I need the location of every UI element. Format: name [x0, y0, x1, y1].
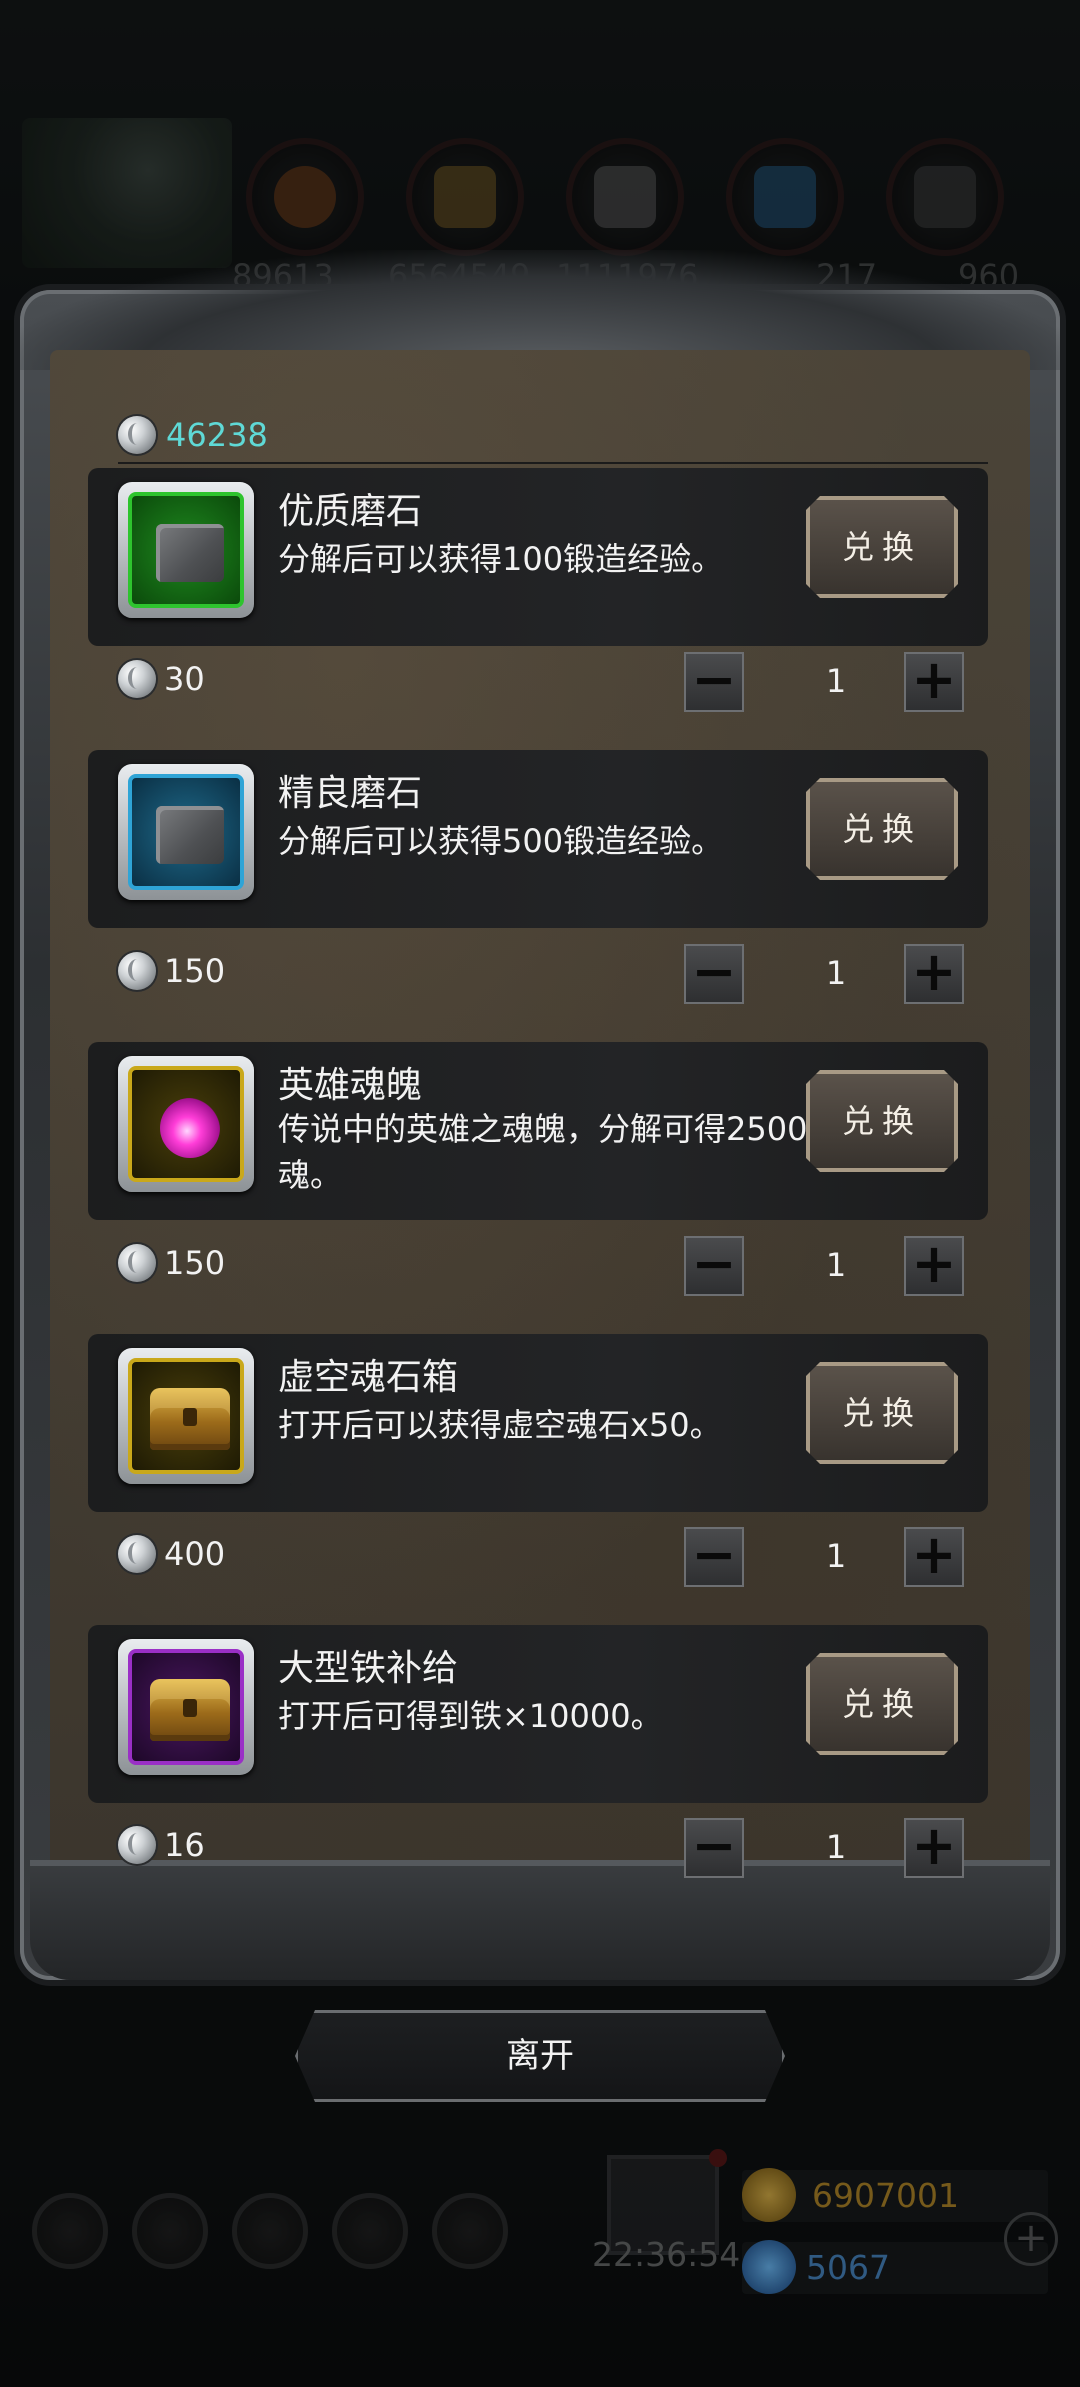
- whetstone-icon: [156, 806, 224, 864]
- increase-button[interactable]: +: [904, 944, 964, 1004]
- leave-button[interactable]: 离开: [295, 2010, 785, 2102]
- silver-coin-icon: [118, 416, 156, 454]
- divider: [118, 462, 988, 464]
- item-icon-frame: [118, 764, 254, 900]
- price-value: 400: [164, 1535, 226, 1573]
- decrease-button[interactable]: −: [684, 1818, 744, 1878]
- quantity-value: 1: [825, 954, 847, 992]
- item-icon-frame: [118, 1056, 254, 1192]
- price-value: 150: [164, 1244, 226, 1282]
- quantity-value: 1: [825, 1828, 847, 1866]
- item-price: 30: [118, 660, 205, 698]
- shop-item: 大型铁补给 打开后可得到铁×10000。 兑换: [88, 1625, 988, 1803]
- item-price: 150: [118, 1244, 225, 1282]
- increase-button[interactable]: +: [904, 1236, 964, 1296]
- item-price: 150: [118, 952, 225, 990]
- increase-button[interactable]: +: [904, 1818, 964, 1878]
- quantity-row: 150 − 1 +: [118, 944, 988, 1004]
- silver-coin-icon: [118, 1826, 156, 1864]
- item-name: 精良磨石: [278, 773, 423, 814]
- item-price: 16: [118, 1826, 205, 1864]
- item-icon-frame: [118, 1348, 254, 1484]
- item-name: 虚空魂石箱: [278, 1357, 459, 1398]
- item-name: 英雄魂魄: [278, 1065, 423, 1106]
- whetstone-icon: [156, 524, 224, 582]
- shop-item: 优质磨石 分解后可以获得100锻造经验。 兑换: [88, 468, 988, 646]
- increase-button[interactable]: +: [904, 652, 964, 712]
- decrease-button[interactable]: −: [684, 944, 744, 1004]
- soul-orb-icon: [160, 1098, 220, 1158]
- dialog-bottom-ornament: [30, 1860, 1050, 1980]
- exchange-button[interactable]: 兑换: [806, 1653, 958, 1755]
- balance-amount: 46238: [166, 416, 268, 454]
- quantity-value: 1: [825, 1246, 847, 1284]
- item-icon-frame: [118, 1639, 254, 1775]
- item-icon-frame: [118, 482, 254, 618]
- shop-item: 精良磨石 分解后可以获得500锻造经验。 兑换: [88, 750, 988, 928]
- decrease-button[interactable]: −: [684, 1527, 744, 1587]
- quantity-row: 400 − 1 +: [118, 1527, 988, 1587]
- treasure-chest-icon: [150, 1679, 230, 1741]
- treasure-chest-icon: [150, 1388, 230, 1450]
- item-description: 打开后可以获得虚空魂石x50。: [278, 1406, 722, 1444]
- exchange-button[interactable]: 兑换: [806, 496, 958, 598]
- increase-button[interactable]: +: [904, 1527, 964, 1587]
- price-value: 30: [164, 660, 205, 698]
- quantity-row: 30 − 1 +: [118, 652, 988, 712]
- quantity-row: 150 − 1 +: [118, 1236, 988, 1296]
- decrease-button[interactable]: −: [684, 652, 744, 712]
- exchange-button[interactable]: 兑换: [806, 1070, 958, 1172]
- item-name: 大型铁补给: [278, 1648, 459, 1689]
- silver-coin-icon: [118, 1244, 156, 1282]
- price-value: 16: [164, 1826, 205, 1864]
- item-description: 传说中的英雄之魂魄，分解可得25000魂。: [278, 1110, 828, 1194]
- price-value: 150: [164, 952, 226, 990]
- shop-item: 虚空魂石箱 打开后可以获得虚空魂石x50。 兑换: [88, 1334, 988, 1512]
- quantity-value: 1: [825, 662, 847, 700]
- shop-item: 英雄魂魄 传说中的英雄之魂魄，分解可得25000魂。 兑换: [88, 1042, 988, 1220]
- quantity-row: 16 − 1 +: [118, 1818, 988, 1878]
- item-description: 打开后可得到铁×10000。: [278, 1697, 663, 1735]
- item-price: 400: [118, 1535, 225, 1573]
- item-description: 分解后可以获得100锻造经验。: [278, 540, 724, 578]
- exchange-button[interactable]: 兑换: [806, 778, 958, 880]
- quantity-value: 1: [825, 1537, 847, 1575]
- silver-coin-icon: [118, 952, 156, 990]
- silver-coin-icon: [118, 660, 156, 698]
- currency-balance: 46238: [118, 410, 268, 460]
- exchange-button[interactable]: 兑换: [806, 1362, 958, 1464]
- item-description: 分解后可以获得500锻造经验。: [278, 822, 724, 860]
- item-name: 优质磨石: [278, 491, 423, 532]
- decrease-button[interactable]: −: [684, 1236, 744, 1296]
- silver-coin-icon: [118, 1535, 156, 1573]
